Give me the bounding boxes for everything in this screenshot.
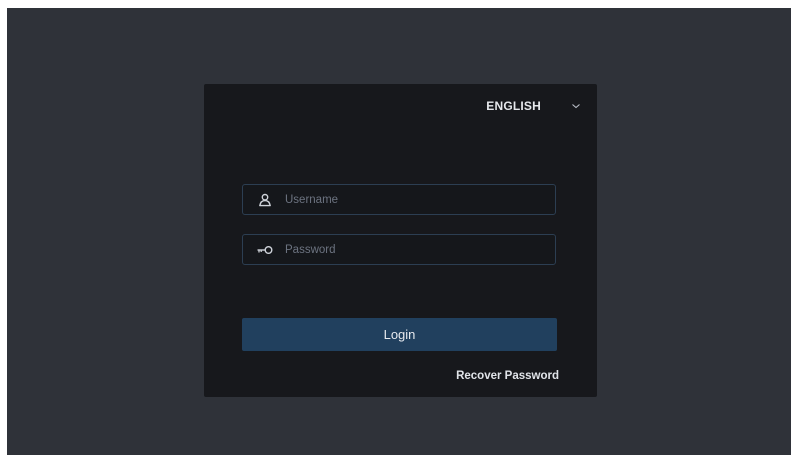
language-selector[interactable]: ENGLISH xyxy=(486,96,581,116)
chevron-down-icon xyxy=(571,101,581,111)
username-field[interactable] xyxy=(242,184,556,215)
password-input[interactable] xyxy=(285,235,555,264)
login-screen: ENGLISH Username Login Recover Password xyxy=(7,8,791,455)
password-field[interactable] xyxy=(242,234,556,265)
login-card: ENGLISH Username Login Recover Password xyxy=(204,84,597,397)
login-button[interactable]: Login xyxy=(242,318,557,351)
user-icon xyxy=(257,192,273,208)
recover-password-link[interactable]: Recover Password xyxy=(456,370,559,382)
username-input[interactable] xyxy=(285,185,555,214)
language-label: ENGLISH xyxy=(486,99,541,113)
key-icon xyxy=(257,242,273,258)
